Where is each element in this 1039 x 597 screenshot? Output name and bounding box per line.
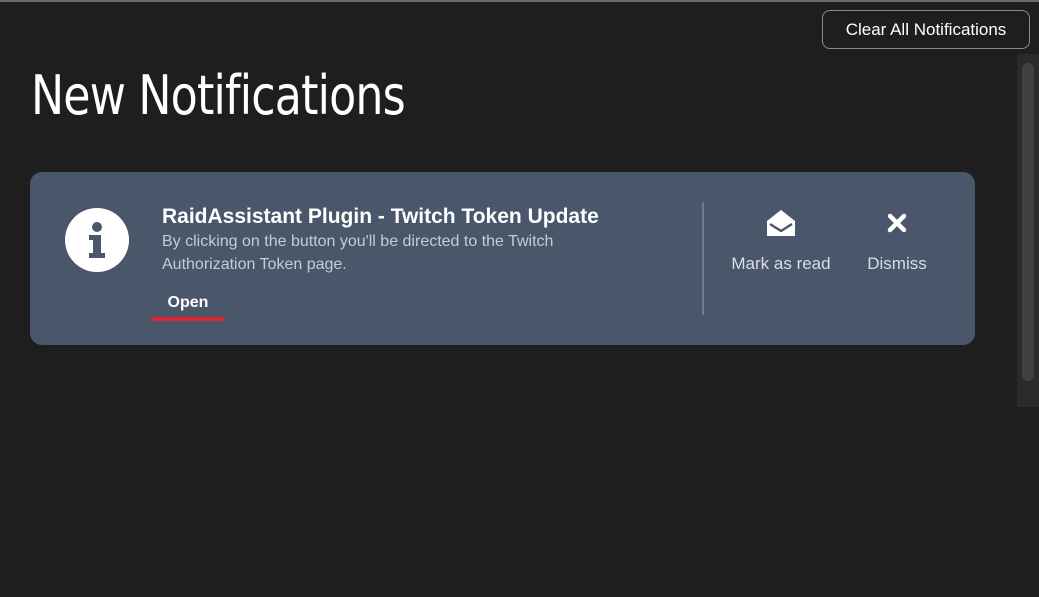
notification-title: RaidAssistant Plugin - Twitch Token Upda… (162, 205, 599, 228)
clear-all-notifications-button[interactable]: Clear All Notifications (822, 10, 1030, 49)
scrollbar-thumb[interactable] (1022, 63, 1034, 381)
notification-description: By clicking on the button you'll be dire… (162, 233, 554, 273)
info-icon (65, 208, 129, 272)
mark-as-read-label: Mark as read (731, 254, 831, 273)
open-underline (151, 317, 225, 321)
dismiss-button[interactable]: Dismiss (858, 206, 936, 274)
dismiss-label: Dismiss (867, 254, 927, 273)
envelope-open-icon (764, 206, 798, 240)
card-divider (702, 202, 704, 315)
notifications-window: Clear All Notifications New Notification… (0, 0, 1039, 597)
notification-card: RaidAssistant Plugin - Twitch Token Upda… (30, 172, 975, 345)
page-title: New Notifications (31, 64, 406, 127)
close-icon (880, 206, 914, 240)
scrollbar-track[interactable] (1017, 54, 1039, 407)
mark-as-read-button[interactable]: Mark as read (725, 206, 837, 274)
